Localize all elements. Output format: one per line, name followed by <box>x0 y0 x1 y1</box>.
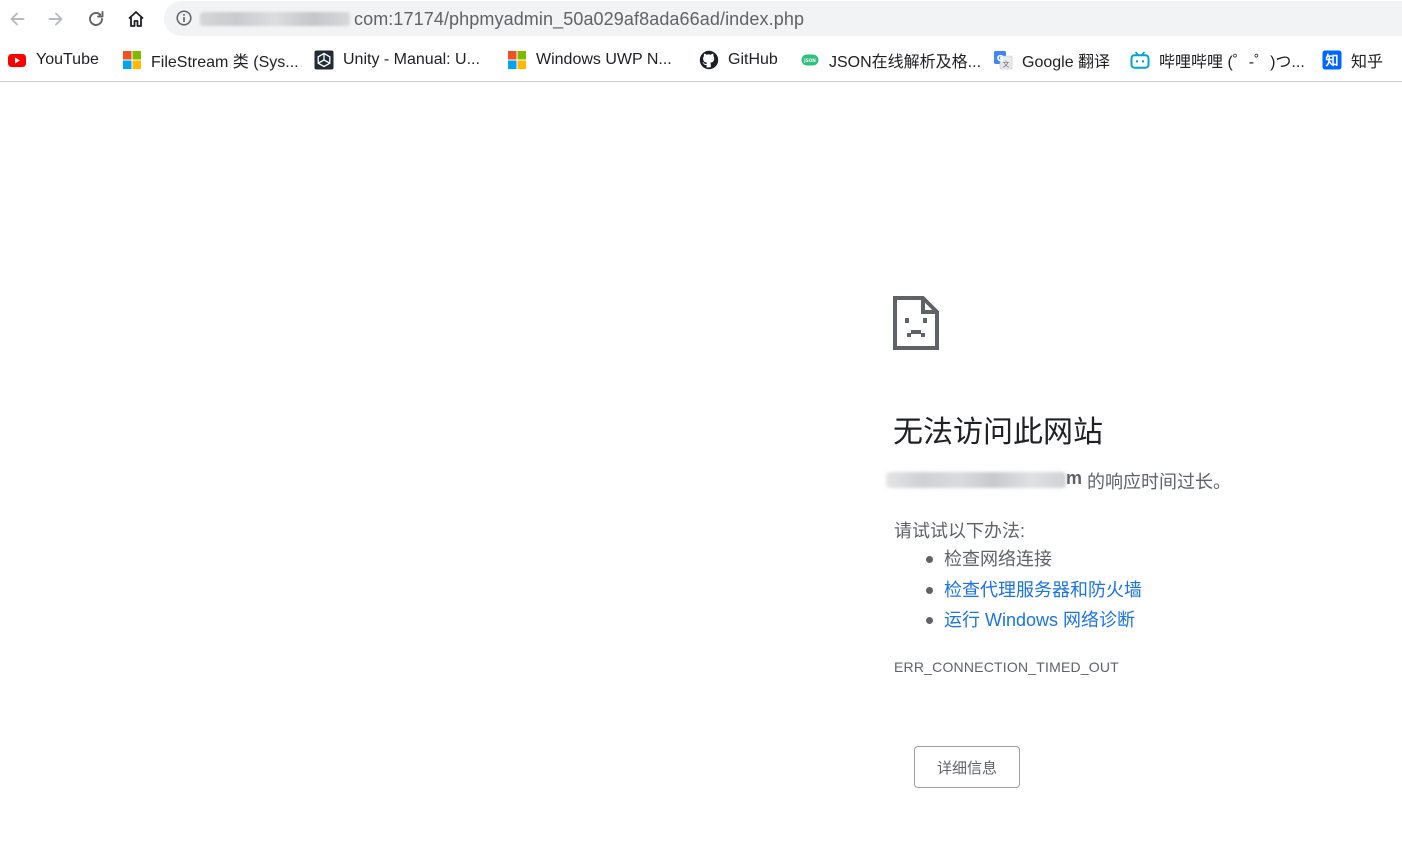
url-text[interactable]: com:17174/phpmyadmin_50a029af8ada66ad/in… <box>354 9 804 30</box>
suggestion-network-diagnostics-link[interactable]: 运行 Windows 网络诊断 <box>894 606 1142 637</box>
suggestions-heading: 请试试以下办法: <box>894 521 1026 541</box>
address-bar[interactable]: com:17174/phpmyadmin_50a029af8ada66ad/in… <box>164 1 1402 36</box>
json-icon: JSON <box>801 54 819 66</box>
arrow-right-icon <box>48 12 63 26</box>
bookmark-google-translate[interactable]: G文 Google 翻译 <box>993 48 1110 72</box>
reload-button[interactable] <box>81 4 111 34</box>
unity-icon <box>314 50 334 70</box>
forward-button[interactable] <box>41 4 71 34</box>
host-name-end: m <box>1066 468 1083 488</box>
bookmark-unity-manual[interactable]: Unity - Manual: U... <box>314 48 480 72</box>
redacted-host <box>886 472 1066 488</box>
zhihu-icon: 知 <box>1322 50 1342 70</box>
info-icon[interactable] <box>176 10 192 26</box>
youtube-icon <box>8 54 26 67</box>
browser-toolbar: com:17174/phpmyadmin_50a029af8ada66ad/in… <box>0 0 1402 38</box>
bookmark-json-parser[interactable]: JSON JSON在线解析及格... <box>800 48 981 72</box>
bookmark-github[interactable]: GitHub <box>699 48 778 72</box>
home-icon <box>128 11 144 27</box>
error-title: 无法访问此网站 <box>893 416 1103 449</box>
suggestion-check-proxy-link[interactable]: 检查代理服务器和防火墙 <box>894 576 1142 607</box>
bookmark-windows-uwp[interactable]: Windows UWP N... <box>507 48 672 72</box>
bookmark-filestream[interactable]: FileStream 类 (Sys... <box>122 48 299 72</box>
sad-page-icon <box>893 296 939 350</box>
svg-text:文: 文 <box>1003 60 1010 69</box>
svg-text:JSON: JSON <box>803 58 816 63</box>
redacted-host <box>200 12 350 26</box>
windows-logo-icon <box>508 51 526 69</box>
home-button[interactable] <box>121 4 151 34</box>
error-code: ERR_CONNECTION_TIMED_OUT <box>894 659 1119 675</box>
windows-logo-icon <box>123 51 141 69</box>
svg-text:知: 知 <box>1325 53 1338 69</box>
reload-icon <box>89 11 104 26</box>
github-icon <box>699 50 719 70</box>
back-button[interactable] <box>2 4 32 34</box>
arrow-left-icon <box>10 12 25 26</box>
bookmark-zhihu[interactable]: 知 知乎 <box>1322 48 1383 72</box>
timeout-text: 的响应时间过长。 <box>1087 472 1231 492</box>
bookmark-bilibili[interactable]: 哔哩哔哩 (゜-゜)つ... <box>1130 48 1305 72</box>
suggestions-list: 检查网络连接 检查代理服务器和防火墙 运行 Windows 网络诊断 <box>894 545 1142 637</box>
details-button[interactable]: 详细信息 <box>914 746 1020 788</box>
bilibili-icon <box>1130 51 1150 69</box>
bookmarks-bar: YouTube FileStream 类 (Sys... Unity - Man… <box>0 38 1402 82</box>
suggestion-check-network: 检查网络连接 <box>894 545 1142 576</box>
bookmark-youtube[interactable]: YouTube <box>7 48 99 72</box>
google-translate-icon: G文 <box>994 51 1013 70</box>
